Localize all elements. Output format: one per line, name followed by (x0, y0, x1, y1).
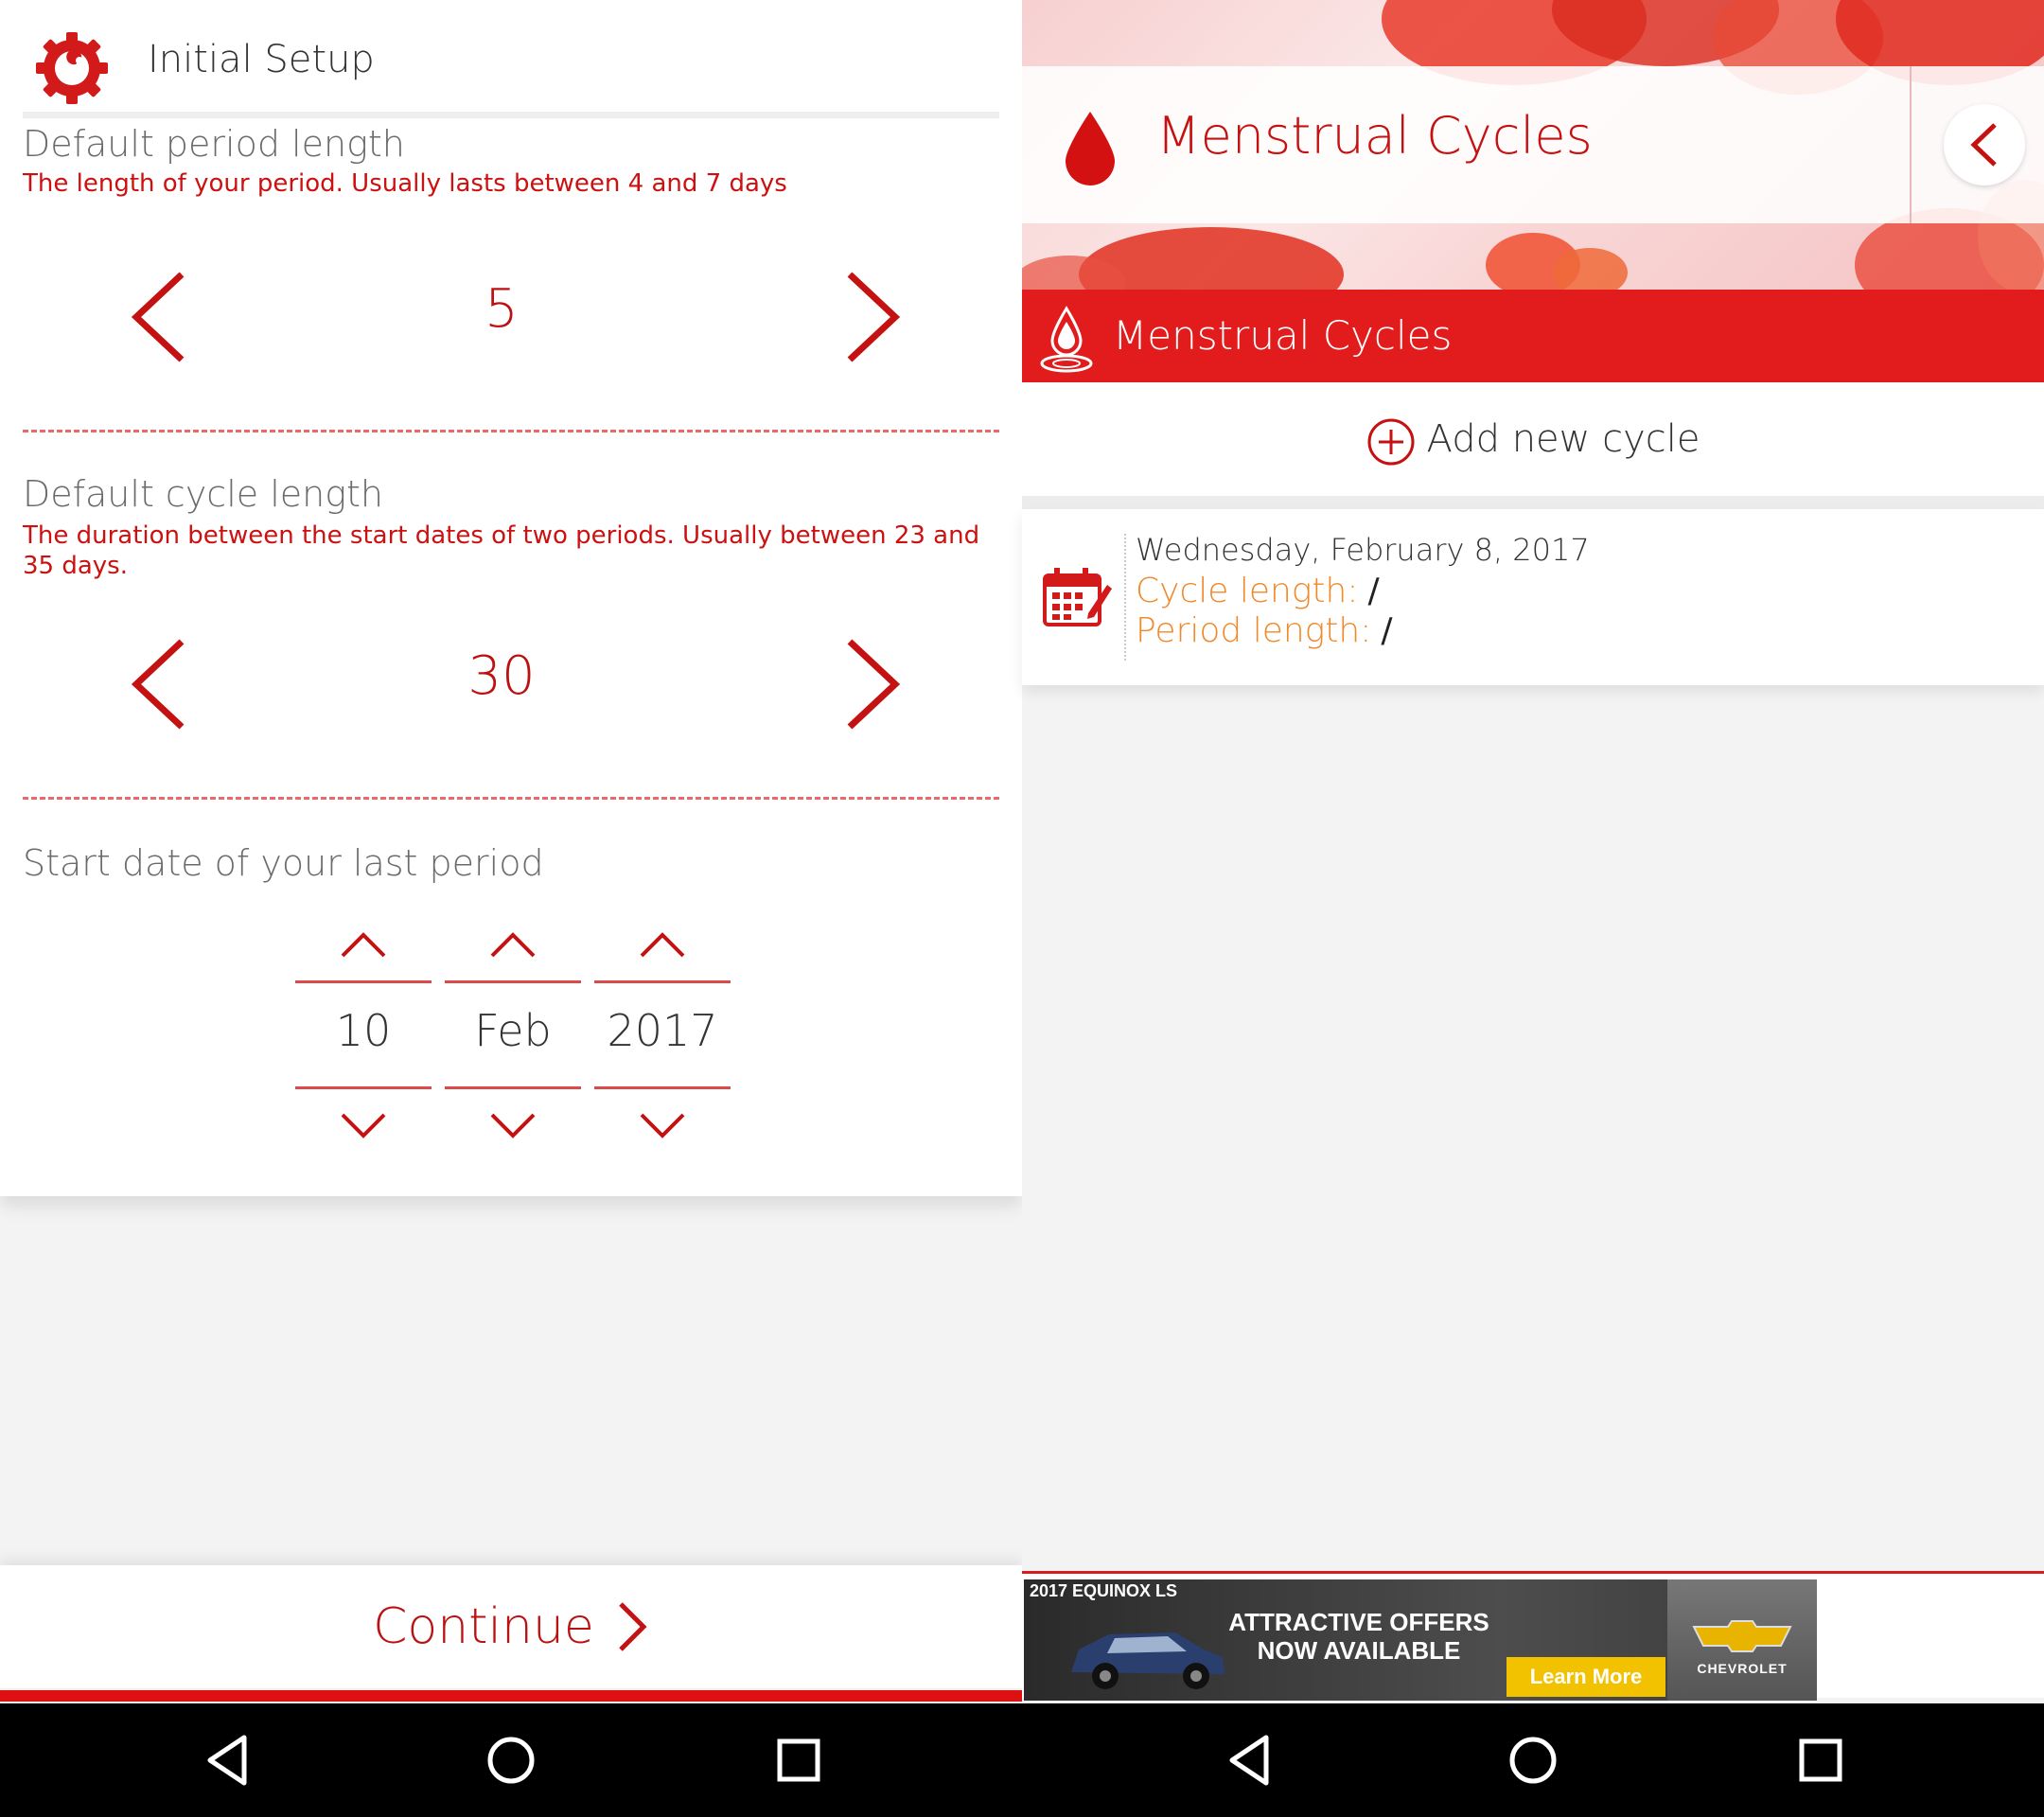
app-bar: Menstrual Cycles (1022, 66, 2044, 223)
ad-banner-container: 2017 EQUINOX LS ATTRACTIVE OFFERS NOW AV… (1022, 1571, 2044, 1701)
initial-setup-screen: Initial Setup Default period length The … (0, 0, 1022, 1703)
setup-header: Initial Setup (0, 0, 1022, 118)
flower-banner: Menstrual Cycles (1022, 0, 2044, 290)
cycle-length-value: / (1367, 572, 1380, 610)
bowtie-logo-icon (1692, 1620, 1792, 1652)
back-button[interactable] (1944, 104, 2025, 185)
day-down-button[interactable] (335, 1109, 392, 1143)
home-icon[interactable] (483, 1732, 539, 1789)
setup-title: Initial Setup (148, 38, 375, 81)
cycle-length-row: Cycle length: / (1136, 572, 1380, 610)
ad-brand: CHEVROLET (1697, 1661, 1788, 1676)
month-value[interactable]: Feb (445, 1005, 581, 1056)
day-up-button[interactable] (335, 927, 392, 961)
chevron-left-icon (131, 639, 185, 730)
year-down-button[interactable] (634, 1109, 691, 1143)
period-length-value: / (1381, 611, 1393, 650)
add-circle-icon (1367, 418, 1415, 466)
day-value[interactable]: 10 (295, 1005, 432, 1056)
accent-line (0, 1690, 1022, 1702)
ad-brand-box: CHEVROLET (1667, 1579, 1817, 1701)
home-icon[interactable] (1505, 1732, 1561, 1789)
period-length-row: Period length: / (1136, 611, 1392, 650)
recents-icon[interactable] (1792, 1732, 1849, 1789)
ad-learn-more-button[interactable]: Learn More (1507, 1657, 1665, 1697)
year-picker: 2017 (594, 927, 731, 1155)
gear-wrench-icon (36, 32, 108, 104)
back-icon[interactable] (1221, 1732, 1278, 1789)
setup-card: Initial Setup Default period length The … (0, 0, 1022, 1196)
chevron-right-icon (847, 272, 901, 362)
cycle-list-item[interactable]: Wednesday, February 8, 2017 Cycle length… (1022, 509, 2044, 685)
period-length-value: 5 (485, 278, 519, 340)
month-down-button[interactable] (485, 1109, 541, 1143)
day-picker: 10 (295, 927, 432, 1155)
chevron-right-icon (619, 1602, 647, 1651)
chevron-left-icon (1970, 123, 1997, 167)
chevron-right-icon (847, 639, 901, 730)
period-length-label: Period length: (1136, 611, 1372, 650)
calendar-edit-icon (1043, 568, 1112, 626)
month-up-button[interactable] (485, 927, 541, 961)
cycle-date: Wednesday, February 8, 2017 (1136, 532, 1590, 568)
menstrual-cycles-screen: Menstrual Cycles Menstrual Cycles Add ne… (1022, 0, 2044, 1703)
continue-button[interactable]: Continue (0, 1565, 1022, 1688)
ad-model: 2017 EQUINOX LS (1030, 1581, 1178, 1600)
header-divider (23, 112, 999, 118)
cycle-length-desc: The duration between the start dates of … (23, 521, 980, 580)
section-header: Menstrual Cycles (1022, 290, 2044, 382)
ad-offer: ATTRACTIVE OFFERS NOW AVAILABLE (1228, 1608, 1489, 1665)
add-new-cycle-button[interactable]: Add new cycle (1022, 382, 2044, 496)
add-cycle-label: Add new cycle (1426, 417, 1700, 461)
period-decrease-button[interactable] (123, 265, 199, 369)
recents-icon[interactable] (770, 1732, 827, 1789)
blood-drop-icon (1066, 112, 1115, 185)
section-divider (23, 797, 999, 800)
start-date-title: Start date of your last period (23, 842, 544, 884)
year-value[interactable]: 2017 (594, 1005, 731, 1056)
section-divider (23, 430, 999, 432)
cycle-increase-button[interactable] (833, 632, 908, 736)
cycle-decrease-button[interactable] (123, 632, 199, 736)
app-title: Menstrual Cycles (1156, 106, 1593, 166)
chevron-left-icon (131, 272, 185, 362)
cycle-length-title: Default cycle length (23, 473, 384, 515)
period-length-desc: The length of your period. Usually lasts… (23, 169, 787, 198)
period-length-title: Default period length (23, 123, 405, 165)
cycle-length-value: 30 (467, 645, 536, 707)
continue-bar: Continue (0, 1565, 1022, 1702)
year-up-button[interactable] (634, 927, 691, 961)
drop-splash-icon (1040, 306, 1093, 373)
cycle-length-label: Cycle length: (1136, 572, 1359, 610)
month-picker: Feb (445, 927, 581, 1155)
system-nav-bar (0, 1703, 2044, 1817)
continue-label: Continue (373, 1598, 594, 1655)
section-title: Menstrual Cycles (1113, 312, 1453, 359)
period-increase-button[interactable] (833, 265, 908, 369)
ad-banner[interactable]: 2017 EQUINOX LS ATTRACTIVE OFFERS NOW AV… (1024, 1579, 1817, 1701)
back-icon[interactable] (199, 1732, 256, 1789)
